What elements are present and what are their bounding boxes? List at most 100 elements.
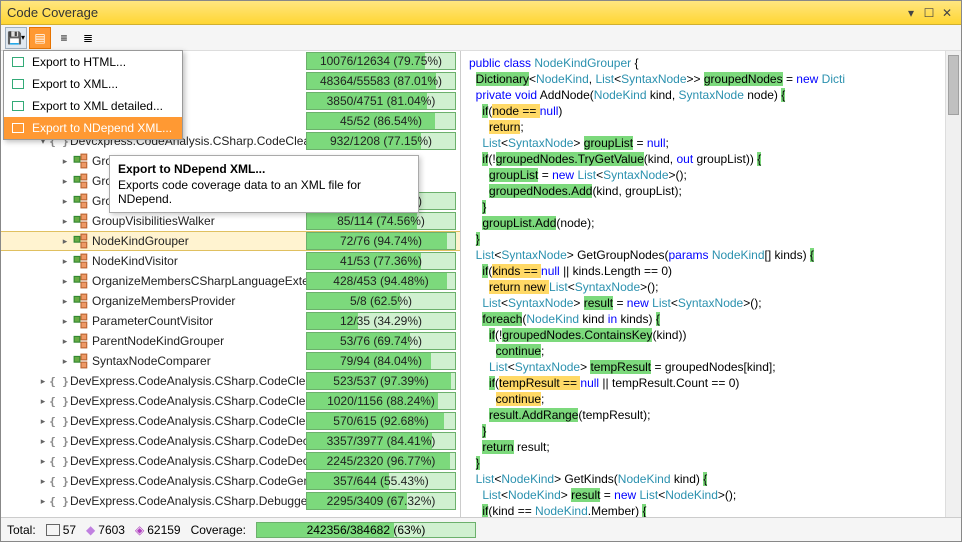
tooltip: Export to NDepend XML... Exports code co… (109, 155, 419, 213)
coverage-stat: 932/1208 (77.15%) (306, 132, 456, 150)
code-line: private void AddNode(NodeKind kind, Synt… (469, 87, 961, 103)
expander-icon[interactable]: ▸ (37, 395, 49, 407)
dropdown-icon[interactable]: ▾ (903, 5, 919, 21)
menu-item-label: Export to XML... (32, 77, 118, 91)
code-line: continue; (469, 343, 961, 359)
code-line: if(!groupedNodes.ContainsKey(kind)) (469, 327, 961, 343)
coverage-stat: 570/615 (92.68%) (306, 412, 456, 430)
tree-row[interactable]: ▸GroupVisibilitiesWalker85/114 (74.56%) (1, 211, 460, 231)
title-bar: Code Coverage ▾ ☐ ✕ (1, 1, 961, 25)
indent-icon: ≡ (60, 31, 67, 45)
export-dropdown: Export to HTML... Export to XML... Export … (3, 50, 183, 140)
coverage-stat: 10076/12634 (79.75%) (306, 52, 456, 70)
coverage-stat: 72/76 (94.74%) (306, 232, 456, 250)
code-line: groupList = new List<SyntaxNode>(); (469, 167, 961, 183)
expander-icon[interactable]: ▸ (59, 355, 71, 367)
code-line: Dictionary<NodeKind, List<SyntaxNode>> g… (469, 71, 961, 87)
tooltip-title: Export to NDepend XML... (118, 162, 410, 176)
save-button[interactable]: 💾▾ (5, 27, 27, 49)
tree-row[interactable]: ▸SyntaxNodeComparer79/94 (84.04%) (1, 351, 460, 371)
tree-row[interactable]: ▸ParameterCountVisitor12/35 (34.29%) (1, 311, 460, 331)
expander-icon[interactable]: ▸ (37, 375, 49, 387)
tree-row[interactable]: ▸ NodeKindGrouper72/76 (94.74%) (1, 231, 460, 251)
namespace-icon: { } (51, 453, 67, 469)
export-menu-item[interactable]: Export to XML... (4, 73, 182, 95)
tree-item-name: ParameterCountVisitor (92, 314, 306, 328)
tree-row[interactable]: ▸{ }DevExpress.CodeAnalysis.CSharp.CodeD… (1, 431, 460, 451)
expander-icon[interactable]: ▸ (37, 415, 49, 427)
namespace-icon: { } (51, 413, 67, 429)
xml-icon (10, 98, 26, 114)
code-line: groupedNodes.Add(kind, groupList); (469, 183, 961, 199)
coverage-stat: 428/453 (94.48%) (306, 272, 456, 290)
tree-row[interactable]: ▸{ }DevExpress.CodeAnalysis.CSharp.CodeC… (1, 411, 460, 431)
assembly-icon (46, 524, 60, 536)
coverage-stat: 2245/2320 (96.77%) (306, 452, 456, 470)
code-line: List<SyntaxNode> result = new List<Synta… (469, 295, 961, 311)
expand-button[interactable]: ≡ (53, 27, 75, 49)
expander-icon[interactable]: ▸ (59, 175, 71, 187)
xml-icon (10, 120, 26, 136)
expander-icon[interactable]: ▸ (59, 275, 71, 287)
expander-icon[interactable]: ▸ (37, 495, 49, 507)
expander-icon[interactable]: ▸ (37, 435, 49, 447)
tree-item-name: DevExpress.CodeAnalysis.CSharp.Debugger (70, 494, 306, 508)
namespace-icon: { } (51, 473, 67, 489)
tree-row[interactable]: ▸{ }DevExpress.CodeAnalysis.CSharp.CodeC… (1, 391, 460, 411)
code-line: groupList.Add(node); (469, 215, 961, 231)
tree-item-name: OrganizeMembersCSharpLanguageExten (92, 274, 306, 288)
code-line: List<SyntaxNode> tempResult = groupedNod… (469, 359, 961, 375)
export-menu-item[interactable]: Export to HTML... (4, 51, 182, 73)
class-icon (73, 193, 89, 209)
expander-icon[interactable]: ▸ (59, 335, 71, 347)
tree-row[interactable]: ▸ParentNodeKindGrouper53/76 (69.74%) (1, 331, 460, 351)
class-icon (73, 293, 89, 309)
tree-item-name: OrganizeMembersProvider (92, 294, 306, 308)
tree-row[interactable]: ▸{ }DevExpress.CodeAnalysis.CSharp.CodeD… (1, 451, 460, 471)
window-title: Code Coverage (7, 5, 901, 20)
expander-icon[interactable]: ▸ (59, 155, 71, 167)
tree-row[interactable]: ▸ OrganizeMembersCSharpLanguageExten428/4… (1, 271, 460, 291)
outdent-icon: ≣ (83, 31, 93, 45)
class-icon (73, 213, 89, 229)
expander-icon[interactable]: ▸ (59, 315, 71, 327)
types-count: ◆7603 (86, 523, 125, 537)
expander-icon[interactable]: ▸ (37, 475, 49, 487)
tree-item-name: DevExpress.CodeAnalysis.CSharp.CodeClean (70, 414, 306, 428)
tree-row[interactable]: ▸{ }DevExpress.CodeAnalysis.CSharp.Debug… (1, 491, 460, 511)
tree-item-name: DevExpress.CodeAnalysis.CSharp.CodeClean (70, 374, 306, 388)
scrollbar-vertical[interactable] (945, 51, 961, 517)
export-menu-item[interactable]: Export to NDepend XML... (4, 117, 182, 139)
code-line: List<NodeKind> result = new List<NodeKin… (469, 487, 961, 503)
expander-icon[interactable]: ▸ (59, 295, 71, 307)
coverage-stat: 1020/1156 (88.24%) (306, 392, 456, 410)
code-line: List<SyntaxNode> groupList = null; (469, 135, 961, 151)
tree-row[interactable]: ▸{ }DevExpress.CodeAnalysis.CSharp.CodeC… (1, 371, 460, 391)
code-line: foreach(NodeKind kind in kinds) { (469, 311, 961, 327)
expander-icon[interactable]: ▸ (59, 215, 71, 227)
code-line: return; (469, 119, 961, 135)
xml-icon (10, 54, 26, 70)
code-line: } (469, 231, 961, 247)
tree-item-name: DevExpress.CodeAnalysis.CSharp.CodeDecla (70, 454, 306, 468)
tree-row[interactable]: ▸OrganizeMembersProvider5/8 (62.5%) (1, 291, 460, 311)
highlight-button[interactable]: ▤ (29, 27, 51, 49)
collapse-button[interactable]: ≣ (77, 27, 99, 49)
expander-icon[interactable]: ▸ (59, 235, 71, 247)
xml-icon (10, 76, 26, 92)
expander-icon[interactable]: ▸ (59, 195, 71, 207)
namespace-icon: { } (51, 493, 67, 509)
class-icon (73, 253, 89, 269)
tree-item-name: NodeKindGrouper (92, 234, 306, 248)
namespace-icon: { } (51, 433, 67, 449)
export-menu-item[interactable]: Export to XML detailed... (4, 95, 182, 117)
code-line: public class NodeKindGrouper { (469, 55, 961, 71)
coverage-stat: 48364/55583 (87.01%) (306, 72, 456, 90)
expander-icon[interactable]: ▸ (37, 455, 49, 467)
tree-row[interactable]: ▸NodeKindVisitor41/53 (77.36%) (1, 251, 460, 271)
expander-icon[interactable]: ▸ (59, 255, 71, 267)
maximize-icon[interactable]: ☐ (921, 5, 937, 21)
tree-row[interactable]: ▸{ }DevExpress.CodeAnalysis.CSharp.CodeG… (1, 471, 460, 491)
code-line: if(node == null) (469, 103, 961, 119)
close-icon[interactable]: ✕ (939, 5, 955, 21)
